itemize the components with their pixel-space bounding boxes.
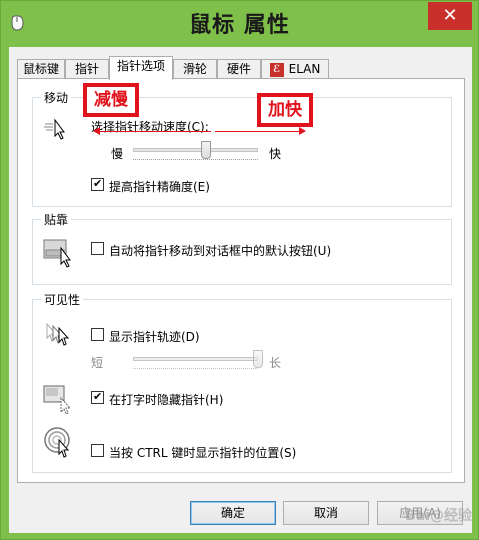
- tab-buttons[interactable]: 鼠标键: [17, 59, 65, 79]
- trail-short-label: 短: [91, 356, 104, 370]
- hide-while-typing-checkbox[interactable]: [91, 390, 104, 404]
- pointer-speed-track: [133, 148, 258, 152]
- tab-pointer-options[interactable]: 指针选项: [109, 56, 173, 80]
- tab-pointers[interactable]: 指针: [65, 59, 109, 79]
- pointer-speed-slider[interactable]: [200, 141, 211, 159]
- snap-to-default-checkbox[interactable]: [91, 242, 104, 255]
- snap-to-default-label: 自动将指针移动到对话框中的默认按钮(U): [109, 244, 332, 258]
- pointer-trails-checkbox[interactable]: [91, 328, 104, 341]
- tab-elan[interactable]: ℰ ELAN: [261, 59, 329, 79]
- title-bar[interactable]: 鼠标 属性 ✕: [1, 1, 478, 47]
- motion-group-title: 移动: [41, 89, 72, 106]
- watermark: Bai@经验: [405, 508, 472, 524]
- enhance-precision-label: 提高指针精确度(E): [109, 180, 210, 194]
- trail-long-label: 长: [269, 356, 282, 370]
- visibility-group: 可见性 显示指针轨迹(D) 短 长 在: [32, 291, 452, 473]
- trail-length-track: [133, 357, 258, 361]
- annotation-slower: 减慢: [83, 83, 139, 117]
- show-location-ctrl-label: 当按 CTRL 键时显示指针的位置(S): [109, 446, 297, 460]
- slower-arrow-head: [93, 127, 100, 135]
- fast-label: 快: [269, 147, 282, 161]
- pointer-trails-icon: [46, 322, 70, 346]
- snap-to-group: 贴靠 自动将指针移动到对话框中的默认按钮(U): [32, 211, 452, 285]
- annotation-faster: 加快: [257, 93, 313, 127]
- trail-length-ticks: [133, 365, 258, 369]
- elan-icon: ℰ: [269, 62, 284, 77]
- pointer-speed-label: 选择指针移动速度(C):: [91, 120, 209, 134]
- slow-label: 慢: [111, 147, 124, 161]
- show-location-icon: [44, 427, 70, 458]
- tab-elan-label: ELAN: [288, 62, 321, 76]
- visibility-group-title: 可见性: [41, 291, 84, 308]
- hide-while-typing-label: 在打字时隐藏指针(H): [109, 393, 224, 407]
- close-button[interactable]: ✕: [428, 2, 472, 30]
- pointer-options-panel: 移动 选择指针移动速度(C): 慢 快 提高指针精确度(E) 贴靠: [17, 78, 465, 483]
- dialog-client-area: 鼠标键 指针 指针选项 滑轮 硬件 ℰ ELAN 移动 选择指针移动速度(C):: [9, 47, 472, 533]
- enhance-precision-checkbox[interactable]: [91, 177, 104, 191]
- snap-to-group-title: 贴靠: [41, 211, 72, 228]
- show-location-ctrl-checkbox[interactable]: [91, 444, 104, 457]
- tab-wheel[interactable]: 滑轮: [173, 59, 217, 79]
- trail-length-slider[interactable]: [253, 350, 263, 368]
- cancel-button[interactable]: 取消: [283, 501, 369, 525]
- faster-arrow-line: [215, 131, 299, 132]
- pointer-trails-label: 显示指针轨迹(D): [109, 330, 200, 344]
- ok-button[interactable]: 确定: [190, 501, 276, 525]
- pointer-speed-ticks: [133, 156, 258, 160]
- faster-arrow-head: [299, 127, 306, 135]
- snap-to-icon: [43, 239, 71, 268]
- slower-arrow-line: [99, 131, 211, 132]
- tab-hardware[interactable]: 硬件: [217, 59, 261, 79]
- pointer-speed-icon: [44, 118, 65, 140]
- window-title: 鼠标 属性: [189, 13, 290, 38]
- mouse-properties-window: 鼠标 属性 ✕ 鼠标键 指针 指针选项 滑轮 硬件 ℰ ELAN 移动 选择指针…: [0, 0, 479, 540]
- hide-while-typing-icon: [43, 385, 72, 415]
